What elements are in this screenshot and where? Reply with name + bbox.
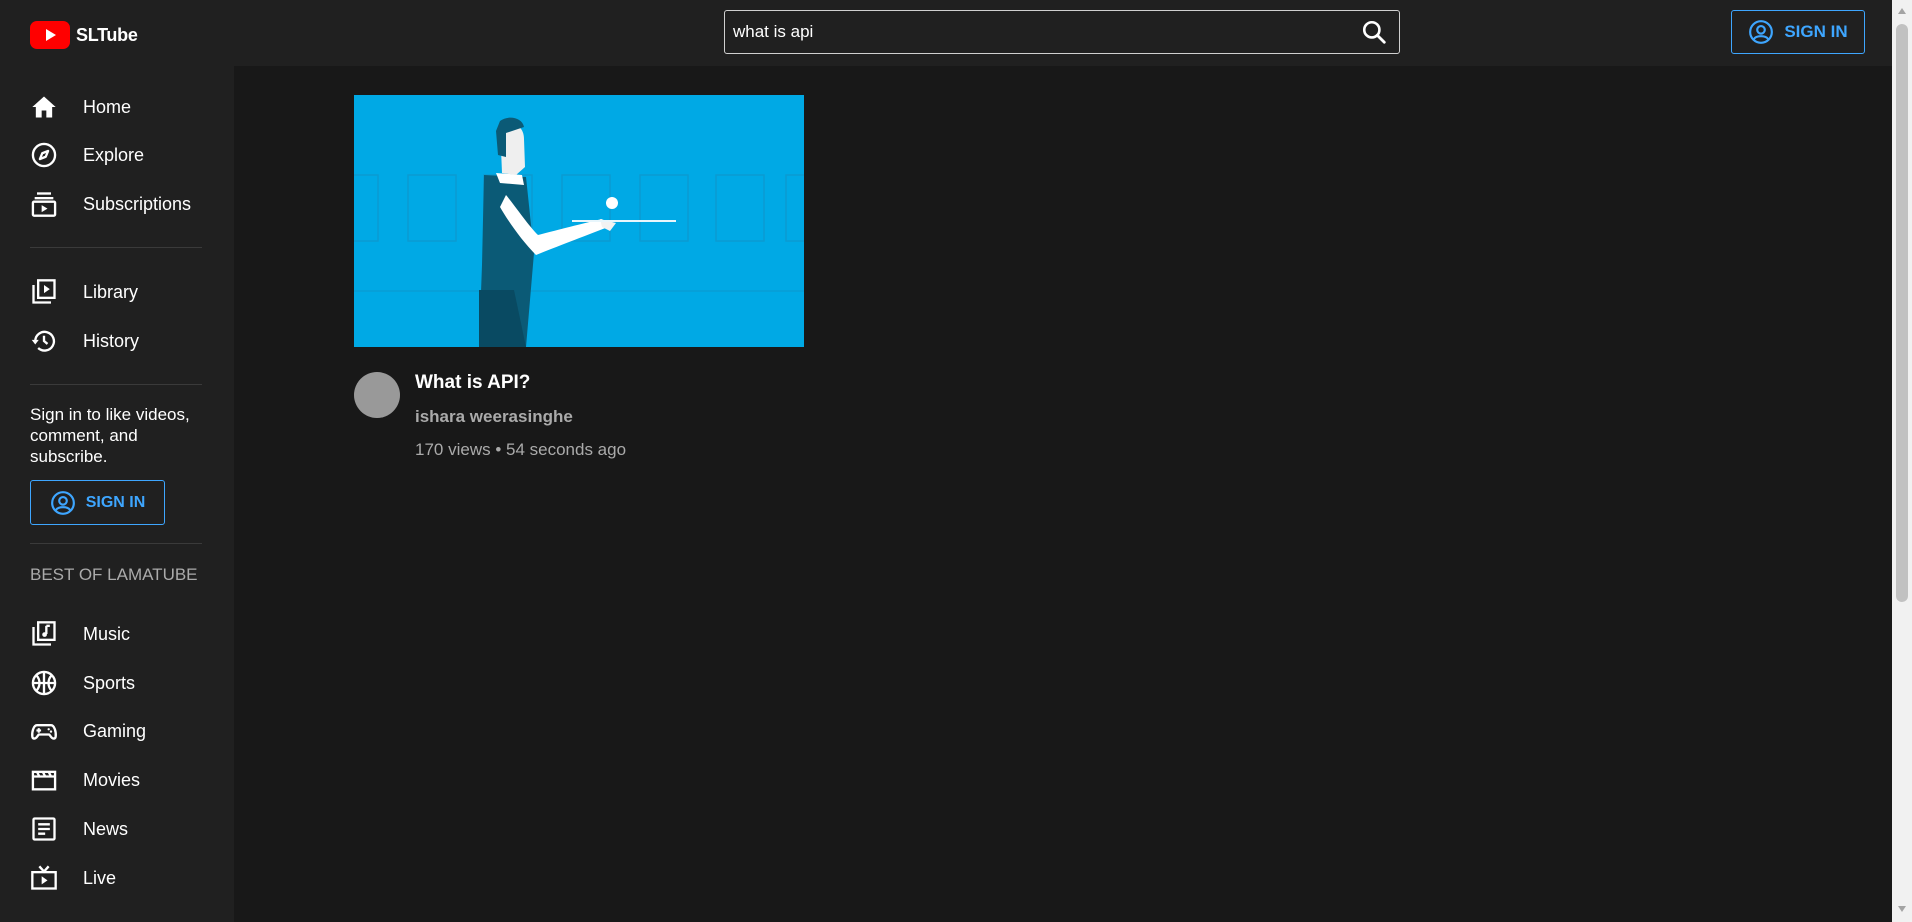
channel-name[interactable]: ishara weerasinghe <box>415 407 573 427</box>
search-box <box>724 10 1400 54</box>
live-icon <box>31 865 57 890</box>
logo-play-icon <box>30 21 70 49</box>
sign-in-label: SIGN IN <box>85 493 146 511</box>
sidebar-divider <box>30 384 202 385</box>
sidebar-item-home[interactable]: Home <box>30 92 131 122</box>
sidebar-item-label: Music <box>83 623 131 644</box>
search-icon[interactable] <box>1361 19 1387 45</box>
music-icon <box>32 621 56 646</box>
video-title[interactable]: What is API? <box>415 372 530 394</box>
sidebar-item-history[interactable]: History <box>30 326 139 356</box>
account-icon <box>50 490 75 515</box>
sidebar-item-label: Live <box>83 867 117 888</box>
scroll-up-icon[interactable] <box>1898 8 1906 14</box>
video-thumbnail[interactable] <box>354 95 804 347</box>
scroll-down-icon[interactable] <box>1898 906 1906 912</box>
subscriptions-icon <box>31 192 57 217</box>
sign-in-label: SIGN IN <box>1784 22 1848 41</box>
search-input[interactable] <box>733 11 1333 53</box>
sidebar-item-label: Subscriptions <box>83 193 192 214</box>
logo-text: SLTube <box>76 24 138 45</box>
sidebar: SLTube Home Explore Subscriptions Librar… <box>0 0 234 922</box>
header-sign-in-button[interactable]: SIGN IN <box>1731 10 1865 54</box>
news-icon <box>32 817 56 841</box>
sidebar-item-library[interactable]: Library <box>30 277 138 307</box>
sidebar-divider <box>30 247 202 248</box>
sidebar-item-label: Movies <box>83 769 141 790</box>
sidebar-item-label: Explore <box>83 144 145 165</box>
sidebar-item-label: History <box>83 330 140 351</box>
sidebar-item-label: Library <box>83 281 139 302</box>
sidebar-item-live[interactable]: Live <box>30 863 116 893</box>
sidebar-item-movies[interactable]: Movies <box>30 765 140 795</box>
compass-icon <box>31 142 57 168</box>
scrollbar-thumb[interactable] <box>1896 24 1908 602</box>
sidebar-item-gaming[interactable]: Gaming <box>30 716 146 746</box>
account-icon <box>1749 20 1774 44</box>
avatar[interactable] <box>354 372 400 418</box>
movies-icon <box>31 770 57 791</box>
sidebar-item-sports[interactable]: Sports <box>30 668 135 698</box>
sidebar-item-subscriptions[interactable]: Subscriptions <box>30 189 191 219</box>
scrollbar[interactable] <box>1892 0 1912 922</box>
video-stats: 170 views • 54 seconds ago <box>415 440 627 459</box>
sign-in-prompt: Sign in to like videos, comment, and sub… <box>30 405 190 466</box>
sidebar-item-label: Gaming <box>83 720 147 741</box>
sidebar-divider <box>30 543 202 544</box>
sidebar-item-label: News <box>83 818 129 839</box>
sidebar-item-label: Sports <box>83 672 136 693</box>
home-icon <box>32 96 56 118</box>
sidebar-item-news[interactable]: News <box>30 814 128 844</box>
video-card: What is API? ishara weerasinghe 170 view… <box>354 95 804 459</box>
thumbnail-illustration <box>354 95 804 347</box>
section-title: BEST OF LAMATUBE <box>30 565 198 584</box>
history-icon <box>31 330 56 352</box>
library-icon <box>32 279 56 304</box>
logo[interactable]: SLTube <box>30 21 138 49</box>
sports-icon <box>31 670 57 696</box>
gaming-icon <box>31 724 57 740</box>
sidebar-item-label: Home <box>83 96 132 117</box>
sidebar-item-explore[interactable]: Explore <box>30 140 144 170</box>
sidebar-sign-in-button[interactable]: SIGN IN <box>30 480 165 525</box>
sidebar-item-music[interactable]: Music <box>30 619 130 649</box>
